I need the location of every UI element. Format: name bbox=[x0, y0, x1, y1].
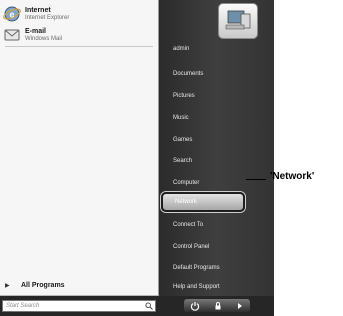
menu-item-network[interactable]: Network bbox=[161, 192, 245, 212]
shutdown-options-arrow-icon[interactable] bbox=[236, 302, 244, 310]
pinned-separator bbox=[5, 46, 153, 47]
start-search-box[interactable]: Start Search bbox=[2, 300, 156, 312]
start-menu: e Internet Internet Explorer E-mail Wind… bbox=[0, 0, 274, 316]
menu-item-default-programs[interactable]: Default Programs bbox=[173, 259, 265, 277]
lock-icon[interactable] bbox=[213, 301, 223, 311]
start-menu-right-panel: admin Documents Pictures Music Games Sea… bbox=[159, 0, 274, 296]
svg-text:e: e bbox=[9, 10, 14, 20]
start-menu-bottom-bar: Start Search bbox=[0, 296, 274, 316]
menu-item-games[interactable]: Games bbox=[173, 131, 265, 149]
menu-item-documents[interactable]: Documents bbox=[173, 65, 265, 83]
menu-item-search[interactable]: Search bbox=[173, 152, 265, 170]
pinned-item-email[interactable]: E-mail Windows Mail bbox=[3, 23, 153, 47]
user-picture-avatar[interactable] bbox=[218, 3, 258, 39]
pinned-item-subtitle: Windows Mail bbox=[25, 35, 63, 42]
menu-item-admin[interactable]: admin bbox=[173, 40, 265, 58]
power-controls bbox=[184, 299, 250, 312]
menu-item-music[interactable]: Music bbox=[173, 109, 265, 127]
search-icon bbox=[145, 302, 153, 310]
pinned-item-title: E-mail bbox=[25, 28, 47, 36]
menu-item-help-and-support[interactable]: Help and Support bbox=[173, 278, 265, 296]
menu-item-computer[interactable]: Computer bbox=[173, 174, 265, 192]
right-arrow-icon: ▶ bbox=[5, 282, 10, 289]
menu-item-control-panel[interactable]: Control Panel bbox=[173, 238, 265, 256]
menu-item-connect-to[interactable]: Connect To bbox=[173, 216, 265, 234]
menu-item-pictures[interactable]: Pictures bbox=[173, 87, 265, 105]
callout-line bbox=[246, 179, 266, 180]
power-icon[interactable] bbox=[190, 301, 200, 311]
internet-explorer-icon: e bbox=[3, 6, 21, 22]
user-picture-icon bbox=[225, 10, 251, 30]
start-menu-left-panel: e Internet Internet Explorer E-mail Wind… bbox=[0, 0, 159, 296]
all-programs-label: All Programs bbox=[21, 281, 65, 289]
pinned-item-title: Internet bbox=[25, 7, 51, 15]
pinned-item-subtitle: Internet Explorer bbox=[25, 14, 70, 21]
windows-mail-icon bbox=[4, 29, 20, 41]
network-callout-label: 'Network' bbox=[270, 171, 315, 182]
start-search-placeholder: Start Search bbox=[6, 303, 40, 309]
all-programs-button[interactable]: ▶ All Programs bbox=[5, 278, 153, 292]
